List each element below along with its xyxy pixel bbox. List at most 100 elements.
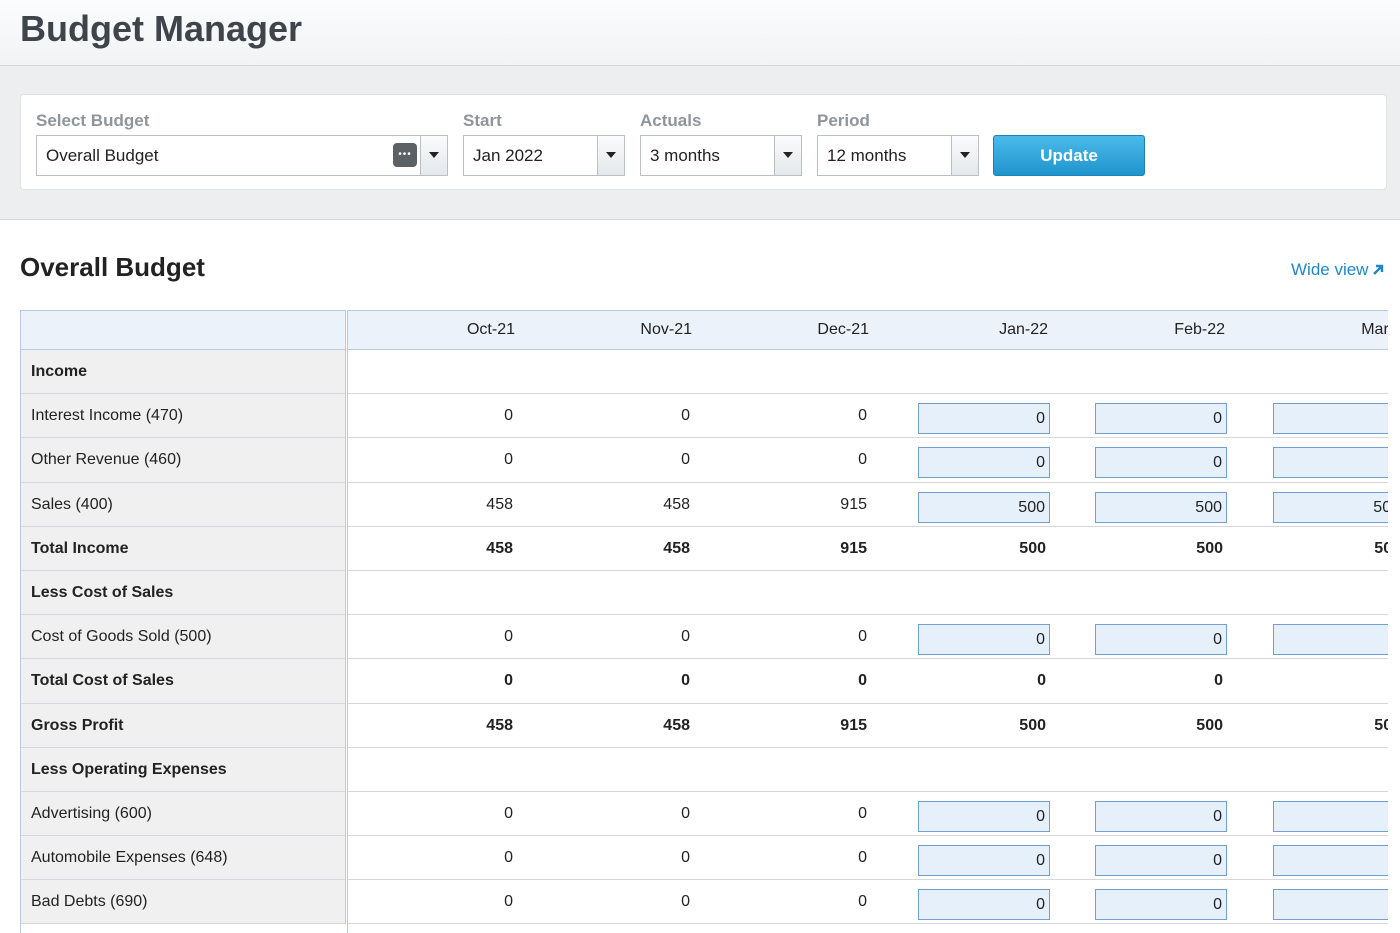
period-dropdown[interactable]: 12 months [817, 135, 979, 176]
table-cell: 0 [504, 451, 513, 469]
select-budget-value: Overall Budget [46, 146, 159, 165]
table-cell: 458 [486, 539, 513, 557]
section-heading: Less Cost of Sales [21, 570, 346, 616]
table-cell: 0 [681, 451, 690, 469]
ellipsis-icon[interactable]: ••• [393, 143, 417, 167]
table-cell: 0 [504, 672, 513, 690]
budget-input[interactable]: 0 [918, 800, 1050, 832]
row-label: Automobile Expenses (648) [21, 836, 346, 881]
start-dropdown[interactable]: Jan 2022 [463, 135, 625, 176]
row-labels-header [21, 310, 346, 350]
table-cell: 0 [504, 628, 513, 646]
month-header-row: Oct-21 Nov-21 Dec-21 Jan-22 Feb-22 Mar-2 [348, 310, 1388, 350]
table-row: 0 0 0 0 0 0 [348, 394, 1388, 439]
select-budget-label: Select Budget [36, 111, 150, 130]
row-label: Interest Income (470) [21, 394, 346, 439]
table-row [348, 747, 1388, 792]
table-cell: 500 [1196, 716, 1223, 734]
table-cell: 0 [858, 628, 867, 646]
row-label: Gross Profit [21, 703, 346, 748]
app-header: Budget Manager [0, 0, 1400, 66]
month-header-1: Nov-21 [640, 321, 692, 338]
wide-view-link[interactable]: Wide view [1291, 260, 1384, 280]
table-cell: 0 [504, 407, 513, 425]
month-header-5: Mar-2 [1361, 321, 1388, 338]
select-budget-dropdown[interactable]: Overall Budget ••• [36, 135, 448, 176]
table-cell: 500 [1374, 539, 1388, 557]
table-cell: 0 [504, 804, 513, 822]
table-cell: 0 [1214, 672, 1223, 690]
period-label: Period [817, 111, 870, 130]
table-row: 0 0 0 0 0 0 [348, 615, 1388, 660]
table-cell: 0 [858, 407, 867, 425]
table-cell: 0 [504, 849, 513, 867]
chevron-down-icon[interactable] [597, 136, 624, 175]
budget-input[interactable]: 0 [1095, 403, 1227, 435]
update-button[interactable]: Update [993, 135, 1145, 176]
actuals-dropdown[interactable]: 3 months [640, 135, 802, 176]
table-cell: 458 [663, 539, 690, 557]
table-cell: 500 [1019, 716, 1046, 734]
period-value: 12 months [827, 146, 907, 165]
table-cell: 0 [504, 893, 513, 911]
table-cell: 500 [1019, 539, 1046, 557]
budget-input[interactable]: 0 [1273, 800, 1388, 832]
budget-input[interactable]: 0 [1273, 447, 1388, 479]
table-cell: 0 [681, 804, 690, 822]
budget-input[interactable]: 0 [918, 447, 1050, 479]
table-row: 0 0 0 0 0 0 [348, 438, 1388, 483]
budget-input[interactable]: 0 [918, 403, 1050, 435]
chevron-down-icon[interactable] [951, 136, 978, 175]
budget-input[interactable]: 0 [918, 624, 1050, 656]
table-cell: 0 [858, 893, 867, 911]
month-header-2: Dec-21 [817, 321, 869, 338]
row-label: Cost of Goods Sold (500) [21, 615, 346, 660]
table-cell: 0 [858, 804, 867, 822]
row-label: Advertising (600) [21, 791, 346, 837]
month-header-4: Feb-22 [1174, 321, 1225, 338]
filter-band: Select Budget Overall Budget ••• Start J… [0, 66, 1400, 220]
table-cell: 458 [486, 716, 513, 734]
row-label: Total Income [21, 526, 346, 571]
start-label: Start [463, 111, 502, 130]
table-row: 0 0 0 0 0 0 [348, 880, 1388, 925]
table-cell: 0 [858, 849, 867, 867]
budget-title: Overall Budget [20, 252, 205, 282]
table-cell: 500 [1196, 539, 1223, 557]
budget-input[interactable]: 0 [918, 889, 1050, 921]
budget-input[interactable]: 500 [918, 491, 1050, 523]
chevron-down-icon[interactable] [774, 136, 801, 175]
table-cell: 915 [840, 716, 867, 734]
budget-input[interactable]: 500 [1273, 491, 1388, 523]
budget-input[interactable]: 0 [1095, 624, 1227, 656]
budget-input[interactable]: 0 [1273, 624, 1388, 656]
budget-input[interactable]: 0 [1273, 845, 1388, 877]
table-row: 458 458 915 500 500 500 [348, 703, 1388, 748]
table-cell: 0 [681, 849, 690, 867]
budget-input[interactable]: 0 [1273, 403, 1388, 435]
row-label: Other Revenue (460) [21, 438, 346, 483]
budget-input[interactable]: 0 [1273, 889, 1388, 921]
table-cell: 0 [1037, 672, 1046, 690]
table-cell: 500 [1374, 716, 1388, 734]
budget-grid[interactable]: Oct-21Nov-21Dec-21Jan-22Feb-22Mar-2 0000… [347, 310, 1388, 933]
table-cell: 915 [840, 495, 867, 513]
table-cell: 0 [681, 407, 690, 425]
table-row: 0 0 0 0 0 0 [348, 659, 1388, 704]
table-cell: 0 [858, 451, 867, 469]
table-cell: 0 [681, 893, 690, 911]
actuals-value: 3 months [650, 146, 720, 165]
table-row: 0 0 0 0 0 0 [348, 836, 1388, 881]
row-label: Total Cost of Sales [21, 659, 346, 704]
month-header-0: Oct-21 [466, 321, 515, 338]
budget-input[interactable]: 500 [1095, 491, 1227, 523]
actuals-label: Actuals [640, 111, 702, 130]
budget-input[interactable]: 0 [1095, 889, 1227, 921]
budget-input[interactable]: 0 [1095, 447, 1227, 479]
budget-input[interactable]: 0 [1095, 800, 1227, 832]
chevron-down-icon[interactable] [420, 136, 447, 175]
budget-input[interactable]: 0 [918, 845, 1050, 877]
budget-input[interactable]: 0 [1095, 845, 1227, 877]
table-cell: 458 [663, 716, 690, 734]
table-row [348, 350, 1388, 395]
